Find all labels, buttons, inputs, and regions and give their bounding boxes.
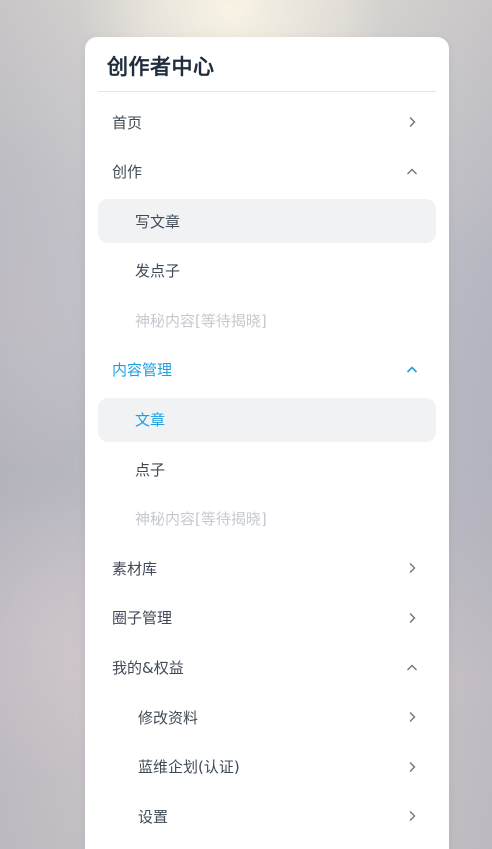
menu-item-label: 点子 bbox=[135, 460, 166, 479]
submenu-item-write-article[interactable]: 写文章 bbox=[98, 199, 436, 244]
menu-item-label: 神秘内容[等待揭晓] bbox=[135, 510, 267, 529]
menu-item-label: 写文章 bbox=[135, 212, 181, 231]
menu-item-circle-management[interactable]: 圈子管理 bbox=[98, 596, 436, 640]
sidebar-menu: 首页 创作 写文章 发点子 神秘内容[等待揭晓] 内容管理 文章 点子 神秘内容… bbox=[98, 100, 436, 838]
title-divider bbox=[98, 91, 436, 92]
menu-item-create[interactable]: 创作 bbox=[98, 150, 436, 194]
menu-item-label: 文章 bbox=[135, 411, 166, 430]
chevron-right-icon bbox=[406, 761, 418, 773]
menu-item-label: 神秘内容[等待揭晓] bbox=[135, 311, 267, 330]
chevron-right-icon bbox=[406, 116, 418, 128]
submenu-item-verification-program[interactable]: 蓝维企划(认证) bbox=[98, 745, 436, 789]
menu-item-label: 圈子管理 bbox=[112, 609, 173, 628]
chevron-right-icon bbox=[406, 810, 418, 822]
menu-item-label: 修改资料 bbox=[138, 708, 199, 727]
menu-item-label: 我的&权益 bbox=[112, 659, 184, 678]
menu-item-label: 蓝维企划(认证) bbox=[138, 758, 240, 777]
menu-item-label: 素材库 bbox=[112, 559, 158, 578]
submenu-item-edit-profile[interactable]: 修改资料 bbox=[98, 695, 436, 739]
menu-item-label: 内容管理 bbox=[112, 361, 173, 380]
menu-item-label: 发点子 bbox=[135, 262, 181, 281]
creator-center-sidebar: 创作者中心 首页 创作 写文章 发点子 神秘内容[等待揭晓] 内容管理 文章 点… bbox=[85, 37, 449, 849]
menu-item-label: 创作 bbox=[112, 163, 143, 182]
submenu-item-ideas[interactable]: 点子 bbox=[98, 447, 436, 491]
submenu-item-mystery-content: 神秘内容[等待揭晓] bbox=[98, 298, 436, 342]
submenu-item-mystery-content-2: 神秘内容[等待揭晓] bbox=[98, 497, 436, 541]
chevron-up-icon bbox=[406, 166, 418, 178]
chevron-up-icon bbox=[406, 364, 418, 376]
menu-item-label: 设置 bbox=[138, 807, 169, 826]
sidebar-title: 创作者中心 bbox=[107, 55, 215, 79]
menu-item-label: 首页 bbox=[112, 113, 143, 132]
chevron-right-icon bbox=[406, 562, 418, 574]
chevron-up-icon bbox=[406, 662, 418, 674]
menu-item-my-benefits[interactable]: 我的&权益 bbox=[98, 646, 436, 690]
menu-item-material-library[interactable]: 素材库 bbox=[98, 546, 436, 590]
menu-item-content-management[interactable]: 内容管理 bbox=[98, 348, 436, 392]
menu-item-home[interactable]: 首页 bbox=[98, 100, 436, 144]
chevron-right-icon bbox=[406, 612, 418, 624]
submenu-item-articles[interactable]: 文章 bbox=[98, 397, 436, 442]
chevron-right-icon bbox=[406, 711, 418, 723]
submenu-item-post-idea[interactable]: 发点子 bbox=[98, 249, 436, 293]
submenu-item-settings[interactable]: 设置 bbox=[98, 794, 436, 838]
